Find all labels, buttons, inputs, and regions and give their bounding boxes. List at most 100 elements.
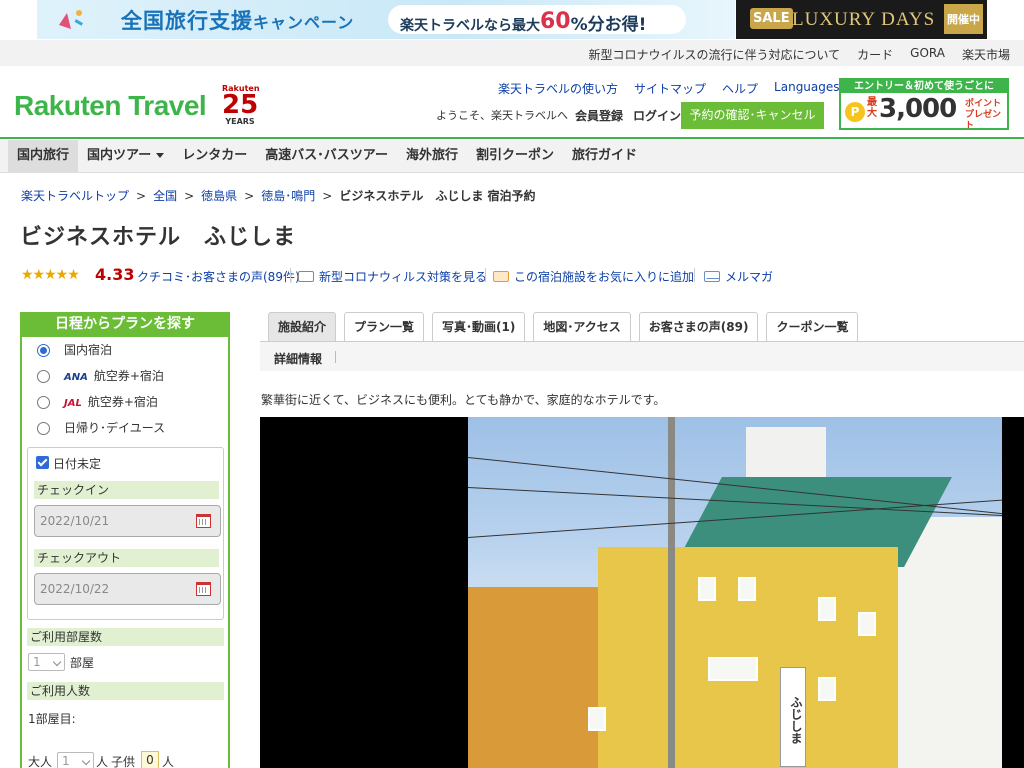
- adult-label: 大人: [28, 755, 53, 768]
- rakuten-travel-logo[interactable]: Rakuten Travel: [14, 90, 207, 122]
- hotel-tabs: 施設紹介 プラン一覧 写真･動画(1) 地図･アクセス お客さまの声(89) ク…: [268, 312, 859, 341]
- tab-photos[interactable]: 写真･動画(1): [432, 312, 526, 341]
- breadcrumb-current: ビジネスホテル ふじしま 宿泊予約: [339, 189, 536, 203]
- nav-highway-bus[interactable]: 高速バス･バスツアー: [256, 140, 397, 172]
- utility-link-gora[interactable]: GORA: [910, 46, 945, 63]
- checkin-date-input[interactable]: 2022/10/21: [34, 505, 221, 537]
- favorite-icon: [493, 271, 509, 282]
- option-day-use[interactable]: 日帰り･デイユース: [22, 415, 228, 441]
- utility-link-covid[interactable]: 新型コロナウイルスの流行に伴う対応について: [589, 46, 841, 63]
- rooms-section-label: ご利用部屋数: [27, 628, 224, 646]
- room1-label: 1部屋目:: [28, 712, 76, 726]
- nav-overseas-travel[interactable]: 海外旅行: [397, 140, 467, 172]
- breadcrumb: 楽天トラベルトップ > 全国 > 徳島県 > 徳島･鳴門 > ビジネスホテル ふじしま 宿泊予約: [21, 189, 536, 203]
- rooms-unit: 部屋: [70, 656, 95, 670]
- entry-campaign-banner[interactable]: エントリー＆初めて使うごとに P 最大 3,000 ポイント プレゼント: [839, 78, 1009, 131]
- how-to-use-link[interactable]: 楽天トラベルの使い方: [498, 80, 618, 97]
- luxury-days-banner[interactable]: SALE LUXURY DAYS 開催中: [736, 0, 987, 39]
- hotel-exterior-image: ふじしま: [468, 417, 1002, 768]
- reservation-check-button[interactable]: 予約の確認･キャンセル: [681, 102, 824, 129]
- date-undecided-checkbox[interactable]: [36, 456, 49, 469]
- divider: [694, 268, 695, 282]
- page-title: ビジネスホテル ふじしま: [20, 225, 297, 250]
- date-selector: 日付未定 チェックイン 2022/10/21 チェックアウト 2022/10/2…: [27, 447, 224, 620]
- login-link[interactable]: ログイン: [633, 107, 681, 124]
- calendar-icon[interactable]: [196, 582, 211, 596]
- utility-link-ichiba[interactable]: 楽天市場: [962, 46, 1010, 63]
- breadcrumb-item[interactable]: 徳島県: [201, 189, 237, 203]
- divider: [335, 351, 336, 363]
- subtab-details[interactable]: 詳細情報: [274, 350, 322, 367]
- entry-amount: 3,000: [879, 94, 957, 124]
- rooms-select[interactable]: 1: [28, 653, 65, 671]
- tab-reviews[interactable]: お客さまの声(89): [638, 312, 759, 341]
- tab-coupons[interactable]: クーポン一覧: [766, 312, 859, 341]
- checkin-label: チェックイン: [34, 481, 219, 499]
- welcome-text: ようこそ、楽天トラベルへ: [436, 109, 568, 122]
- campaign-banner[interactable]: 全国旅行支援キャンペーン 楽天トラベルなら最大60%分お得!: [37, 0, 735, 39]
- option-domestic-stay[interactable]: 国内宿泊: [22, 337, 228, 363]
- campaign-title: 全国旅行支援キャンペーン: [121, 9, 355, 33]
- tab-plans[interactable]: プラン一覧: [344, 312, 425, 341]
- entry-max-text: 最大: [867, 97, 877, 119]
- plan-search-sidebar: 日程からプランを探す 国内宿泊 ANA 航空券+宿泊 JAL 航空券+宿泊 日帰り･…: [20, 312, 230, 768]
- divider: [485, 268, 486, 282]
- breadcrumb-item[interactable]: 楽天トラベルトップ: [21, 189, 129, 203]
- breadcrumb-item[interactable]: 全国: [153, 189, 177, 203]
- date-undecided-label: 日付未定: [53, 457, 102, 471]
- chevron-down-icon: [156, 153, 165, 158]
- site-header: Rakuten Travel Rakuten 25 YEARS 楽天トラベルの使…: [0, 66, 1024, 139]
- hotel-description: 繁華街に近くて、ビジネスにも便利。とても静かで、家庭的なホテルです。: [261, 393, 666, 407]
- anniversary-logo: Rakuten 25 YEARS: [222, 84, 260, 126]
- utility-link-card[interactable]: カード: [857, 46, 893, 63]
- calendar-icon[interactable]: [196, 514, 211, 528]
- nav-discount-coupon[interactable]: 割引クーポン: [467, 140, 563, 172]
- luxury-status-badge: 開催中: [944, 4, 983, 34]
- campaign-pill: 楽天トラベルなら最大60%分お得!: [388, 5, 686, 35]
- hotel-photo[interactable]: ふじしま: [260, 417, 1024, 768]
- divider: [290, 268, 291, 282]
- child-label: 子供: [111, 755, 136, 768]
- sidebar-title: 日程からプランを探す: [22, 312, 228, 337]
- document-icon: [298, 271, 314, 282]
- rating-score: 4.33: [95, 265, 135, 284]
- sitemap-link[interactable]: サイトマップ: [634, 80, 706, 97]
- global-nav: 国内旅行 国内ツアー レンタカー 高速バス･バスツアー 海外旅行 割引クーポン …: [0, 140, 1024, 173]
- ana-logo: ANA: [64, 372, 88, 383]
- top-banner-bar: 全国旅行支援キャンペーン 楽天トラベルなら最大60%分お得! SALE LUXU…: [0, 0, 1024, 40]
- adult-count-select[interactable]: 1: [57, 752, 94, 768]
- newsletter-link[interactable]: メルマガ: [704, 268, 773, 285]
- covid-measures-link[interactable]: 新型コロナウィルス対策を見る: [298, 268, 487, 285]
- help-link[interactable]: ヘルプ: [722, 80, 758, 97]
- add-favorite-link[interactable]: この宿泊施設をお気に入りに追加: [493, 268, 694, 285]
- option-jal-flight-stay[interactable]: JAL 航空券+宿泊: [22, 389, 228, 415]
- member-register-link[interactable]: 会員登録: [575, 107, 623, 124]
- adult-unit: 人: [96, 755, 109, 768]
- mail-icon: [704, 271, 720, 282]
- child-unit: 人: [162, 755, 175, 768]
- utility-bar: 新型コロナウイルスの流行に伴う対応について カード GORA 楽天市場: [0, 40, 1024, 66]
- tab-map[interactable]: 地図･アクセス: [533, 312, 631, 341]
- nav-domestic-tour[interactable]: 国内ツアー: [78, 140, 173, 172]
- entry-top-text: エントリー＆初めて使うごとに: [841, 80, 1007, 93]
- nav-travel-guide[interactable]: 旅行ガイド: [563, 140, 646, 172]
- option-ana-flight-stay[interactable]: ANA 航空券+宿泊: [22, 363, 228, 389]
- child-count-field[interactable]: 0: [141, 751, 159, 768]
- radio-button[interactable]: [37, 422, 50, 435]
- radio-button[interactable]: [37, 370, 50, 383]
- nav-domestic-travel[interactable]: 国内旅行: [8, 140, 79, 172]
- checkout-date-input[interactable]: 2022/10/22: [34, 573, 221, 605]
- breadcrumb-item[interactable]: 徳島･鳴門: [261, 189, 315, 203]
- confetti-icon: [59, 10, 83, 29]
- nav-rental-car[interactable]: レンタカー: [173, 140, 256, 172]
- point-coin-icon: P: [845, 102, 865, 122]
- header-links: 楽天トラベルの使い方 サイトマップ ヘルプ Languages: [498, 80, 853, 97]
- hotel-sign: ふじしま: [780, 667, 806, 767]
- luxury-days-title: LUXURY DAYS: [792, 9, 936, 30]
- checkout-label: チェックアウト: [34, 549, 219, 567]
- tab-overview[interactable]: 施設紹介: [268, 312, 337, 341]
- reviews-link[interactable]: クチコミ･お客さまの声(89件): [137, 268, 300, 285]
- radio-button[interactable]: [37, 344, 50, 357]
- radio-button[interactable]: [37, 396, 50, 409]
- people-section-label: ご利用人数: [27, 682, 224, 700]
